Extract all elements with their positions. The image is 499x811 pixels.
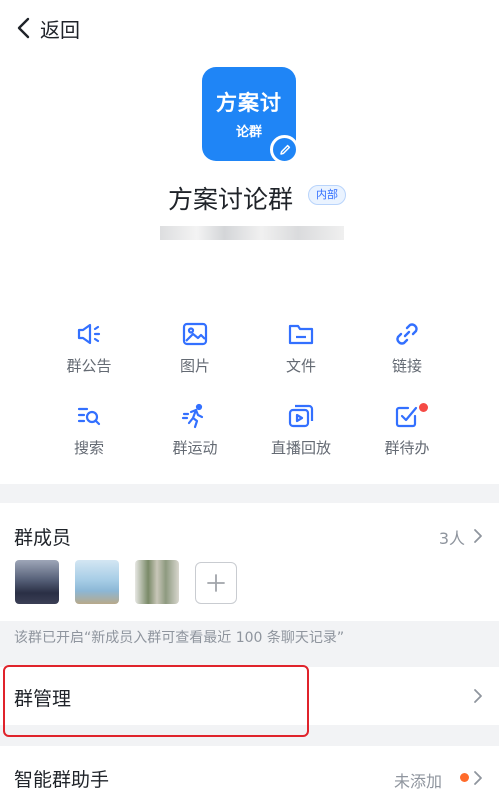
group-name: 方案讨论群 <box>168 185 294 214</box>
action-live-replay[interactable]: 直播回放 <box>241 402 361 462</box>
group-header-panel: 返回 方案讨 论群 方案讨论群 内部 群公告 图片 文件 链接 搜索 群运动 直… <box>0 0 499 484</box>
back-label: 返回 <box>40 17 80 42</box>
history-notice: 该群已开启“新成员入群可查看最近 100 条聊天记录” <box>14 630 345 646</box>
edit-avatar-button[interactable] <box>270 135 299 164</box>
redacted-group-id <box>160 226 344 240</box>
todo-check-icon <box>395 406 418 428</box>
status-dot <box>460 773 469 782</box>
member-avatar[interactable] <box>135 560 179 604</box>
add-member-button[interactable] <box>195 562 237 604</box>
chevron-left-icon <box>17 17 30 39</box>
action-label: 群运动 <box>172 439 218 457</box>
action-sports[interactable]: 群运动 <box>135 402 255 462</box>
chevron-right-icon <box>474 771 482 785</box>
internal-tag: 内部 <box>308 185 346 205</box>
folder-icon <box>288 324 314 345</box>
action-label: 图片 <box>179 357 210 375</box>
link-icon <box>396 323 418 345</box>
back-button[interactable]: 返回 <box>14 12 80 44</box>
plus-icon <box>207 574 225 592</box>
action-label: 链接 <box>391 357 422 375</box>
search-list-icon <box>77 407 101 426</box>
smart-assistant-row[interactable]: 智能群助手 未添加 <box>0 746 499 811</box>
action-label: 文件 <box>285 357 316 375</box>
member-avatar[interactable] <box>75 560 119 604</box>
todo-badge-dot <box>419 403 428 412</box>
action-search[interactable]: 搜索 <box>29 402 149 462</box>
chevron-right-icon <box>474 529 482 543</box>
smart-assistant-label: 智能群助手 <box>14 769 110 791</box>
member-avatar[interactable] <box>15 560 59 604</box>
running-icon <box>181 403 204 429</box>
image-icon <box>182 322 208 346</box>
live-replay-icon <box>288 404 314 428</box>
highlight-box <box>3 665 309 737</box>
action-files[interactable]: 文件 <box>241 320 361 380</box>
chevron-right-icon <box>474 689 482 703</box>
action-label: 群公告 <box>66 357 112 375</box>
action-announcement[interactable]: 群公告 <box>29 320 149 380</box>
announcement-icon <box>77 323 101 345</box>
members-count: 3人 <box>438 529 465 548</box>
action-links[interactable]: 链接 <box>347 320 467 380</box>
action-todo[interactable]: 群待办 <box>347 402 467 462</box>
action-label: 群待办 <box>384 439 430 457</box>
members-title: 群成员 <box>14 527 72 549</box>
smart-assistant-status: 未添加 <box>393 772 442 791</box>
avatar-text-line1: 方案讨 <box>216 91 282 115</box>
action-images[interactable]: 图片 <box>135 320 255 380</box>
action-label: 直播回放 <box>270 439 331 457</box>
pencil-icon <box>279 144 290 155</box>
action-label: 搜索 <box>73 439 104 457</box>
